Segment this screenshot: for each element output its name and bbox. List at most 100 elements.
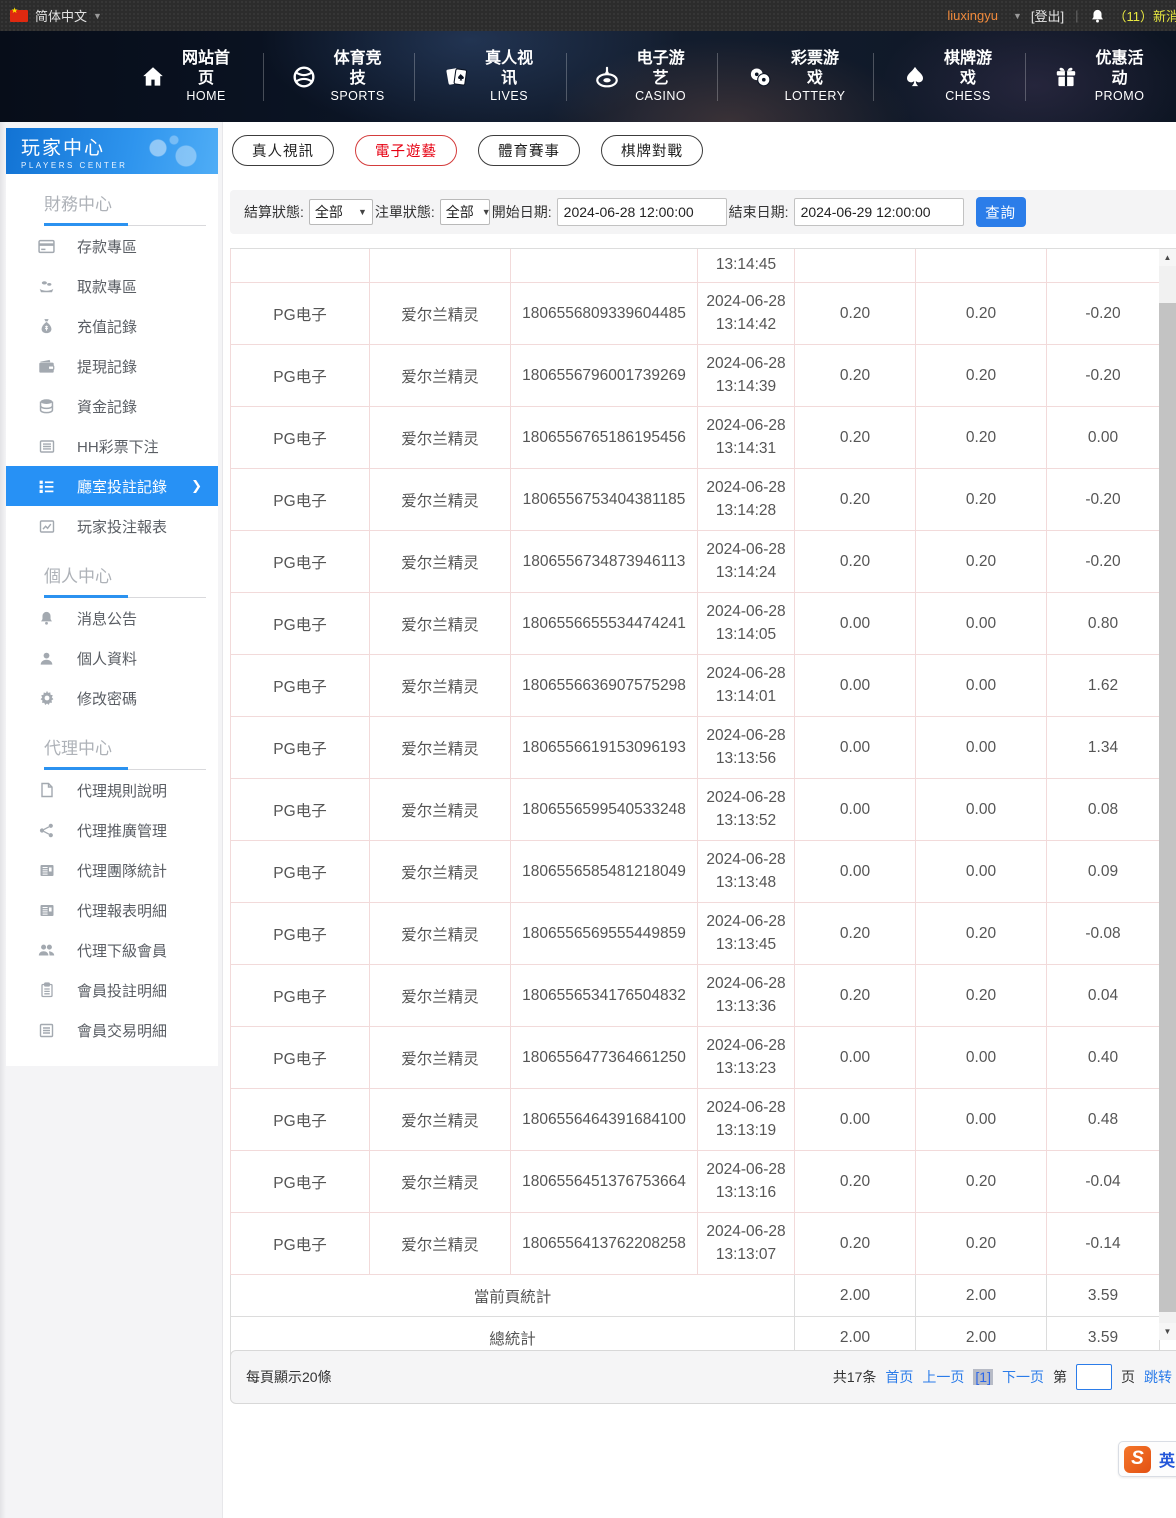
jump-link[interactable]: 跳转 — [1144, 1367, 1172, 1387]
money-bag-icon — [37, 318, 56, 335]
sogou-logo-icon[interactable]: S — [1124, 1446, 1151, 1473]
sidebar-item-member-trans-detail[interactable]: 會員交易明細❯ — [6, 1010, 218, 1050]
sidebar-item-change-password[interactable]: 修改密碼❯ — [6, 678, 218, 718]
cell-game: 爱尔兰精灵 — [370, 593, 511, 655]
cell-bet-amount: 0.20 — [795, 283, 916, 345]
logout-link[interactable]: [登出] — [1031, 6, 1064, 25]
table-row: PG电子爱尔兰精灵18065567348739461132024-06-2813… — [231, 531, 1160, 593]
cell-platform: PG电子 — [231, 903, 370, 965]
cell-win-loss: 0.04 — [1047, 965, 1160, 1027]
username[interactable]: liuxingyu — [947, 8, 998, 23]
section-label: 代理中心 — [44, 734, 218, 759]
wallet-icon — [37, 358, 56, 375]
scrollbar-up-arrow-icon[interactable]: ▲ — [1159, 249, 1176, 266]
cell-game: 爱尔兰精灵 — [370, 407, 511, 469]
cell-game: 爱尔兰精灵 — [370, 345, 511, 407]
sidebar-item-profile[interactable]: 個人資料❯ — [6, 638, 218, 678]
ime-mode-indicator[interactable]: 英 — [1159, 1447, 1175, 1471]
menu-list-icon — [37, 478, 56, 495]
sidebar-item-recharge-record[interactable]: 充值記錄❯ — [6, 306, 218, 346]
sidebar-item-hh-lottery-bet[interactable]: HH彩票下注❯ — [6, 426, 218, 466]
table-scrollbar[interactable]: ▲ ▼ — [1159, 249, 1176, 1340]
settle-status-select[interactable]: 全部 ▼ — [309, 199, 373, 225]
nav-item-home[interactable]: 网站首页HOME — [112, 53, 264, 101]
nav-item-lives[interactable]: 真人视讯LIVES — [415, 53, 567, 101]
cell-bet-id: 1806556413762208258 — [511, 1213, 698, 1275]
prev-page-link[interactable]: 上一页 — [922, 1367, 964, 1387]
nav-item-chess[interactable]: 棋牌游戏CHESS — [874, 53, 1026, 101]
topbar-divider: | — [1073, 8, 1080, 23]
sidebar-item-messages[interactable]: 消息公告❯ — [6, 598, 218, 638]
person-icon — [37, 650, 56, 667]
user-caret-icon[interactable]: ▼ — [1013, 11, 1022, 21]
cell-game: 爱尔兰精灵 — [370, 965, 511, 1027]
scrollbar-down-arrow-icon[interactable]: ▼ — [1159, 1323, 1176, 1340]
jump-prefix-label: 第 — [1053, 1367, 1067, 1387]
sidebar-item-room-bet-record[interactable]: 廳室投註記錄❯ — [6, 466, 218, 506]
sidebar-item-agent-promo[interactable]: 代理推廣管理❯ — [6, 810, 218, 850]
cell-bet-amount: 0.20 — [795, 1213, 916, 1275]
nav-item-lottery[interactable]: 彩票游戏LOTTERY — [718, 53, 874, 101]
sidebar-item-member-bet-detail[interactable]: 會員投註明細❯ — [6, 970, 218, 1010]
nav-label-zh: 网站首页 — [177, 49, 236, 89]
cell-valid-amount: 0.20 — [916, 531, 1047, 593]
start-date-input[interactable] — [557, 198, 727, 226]
order-status-select[interactable]: 全部 ▼ — [440, 199, 490, 225]
sidebar-item-agent-team-stats[interactable]: 代理團隊統計❯ — [6, 850, 218, 890]
pagination-bar: 每頁顯示20條 共17条 首页 上一页 [1] 下一页 第 页 跳转 — [230, 1350, 1176, 1404]
per-page-label: 每頁顯示20條 — [246, 1367, 332, 1387]
scrollbar-thumb[interactable] — [1159, 303, 1176, 1312]
sidebar-item-player-bet-report[interactable]: 玩家投注報表❯ — [6, 506, 218, 546]
cell-game: 爱尔兰精灵 — [370, 903, 511, 965]
sidebar-item-label: 充值記錄 — [77, 316, 137, 337]
next-page-link[interactable]: 下一页 — [1002, 1367, 1044, 1387]
tab-live[interactable]: 真人視訊 — [232, 135, 334, 166]
sidebar-item-label: HH彩票下注 — [77, 436, 159, 457]
cell-win-loss: 0.80 — [1047, 593, 1160, 655]
cell-win-loss: 1.62 — [1047, 655, 1160, 717]
language-caret-icon[interactable]: ▼ — [93, 11, 102, 21]
sidebar-item-deposit[interactable]: 存款專區❯ — [6, 226, 218, 266]
table-row: PG电子爱尔兰精灵18065565341765048322024-06-2813… — [231, 965, 1160, 1027]
cell-bet-id: 1806556765186195456 — [511, 407, 698, 469]
sidebar-item-funds-record[interactable]: 資金記錄❯ — [6, 386, 218, 426]
language-selector[interactable]: 简体中文 — [35, 6, 87, 25]
news-icon — [37, 902, 56, 919]
cell-game: 爱尔兰精灵 — [370, 1027, 511, 1089]
total-count: 共17条 — [833, 1367, 877, 1387]
sidebar-item-agent-sub-members[interactable]: 代理下級會員❯ — [6, 930, 218, 970]
end-date-input[interactable] — [794, 198, 964, 226]
sidebar-item-withdraw[interactable]: 取款專區❯ — [6, 266, 218, 306]
nav-item-promo[interactable]: 优惠活动PROMO — [1026, 53, 1176, 101]
tab-egame[interactable]: 電子遊藝 — [355, 135, 457, 166]
bell-icon[interactable] — [1090, 8, 1105, 24]
cell-platform: PG电子 — [231, 655, 370, 717]
first-page-link[interactable]: 首页 — [885, 1367, 913, 1387]
notification-text[interactable]: （11）新消息 — [1114, 6, 1176, 25]
tab-sports[interactable]: 體育賽事 — [478, 135, 580, 166]
lottery-balls-icon — [745, 64, 774, 90]
sidebar-item-agent-rules[interactable]: 代理規則說明❯ — [6, 770, 218, 810]
sidebar-item-agent-report-detail[interactable]: 代理報表明細❯ — [6, 890, 218, 930]
page-number-input[interactable] — [1076, 1364, 1112, 1390]
sogou-ime-bar[interactable]: S 英 — [1118, 1441, 1176, 1477]
cell-platform: PG电子 — [231, 965, 370, 1027]
sidebar-item-label: 代理團隊統計 — [77, 860, 167, 881]
nav-item-sports[interactable]: 体育竞技SPORTS — [264, 53, 416, 101]
cell-platform: PG电子 — [231, 1027, 370, 1089]
section-label: 個人中心 — [44, 562, 218, 587]
main-nav: 网站首页HOME体育竞技SPORTS真人视讯LIVES电子游艺CASINO彩票游… — [0, 31, 1176, 122]
cell-bet-amount: 0.00 — [795, 779, 916, 841]
sidebar-item-withdraw-record[interactable]: 提現記錄❯ — [6, 346, 218, 386]
table-row: PG电子爱尔兰精灵18065565695554498592024-06-2813… — [231, 903, 1160, 965]
cell-valid-amount: 0.20 — [916, 283, 1047, 345]
cell-platform: PG电子 — [231, 283, 370, 345]
sidebar-item-label: 存款專區 — [77, 236, 137, 257]
search-button[interactable]: 查詢 — [976, 197, 1026, 227]
summary-row-current-page: 當前頁統計2.002.003.59 — [231, 1275, 1160, 1317]
cell-platform: PG电子 — [231, 469, 370, 531]
cell-datetime: 2024-06-2813:13:36 — [698, 965, 795, 1027]
nav-item-casino[interactable]: 电子游艺CASINO — [567, 53, 719, 101]
category-tabs: 真人視訊電子遊藝體育賽事棋牌對戰 — [232, 135, 703, 166]
tab-chess[interactable]: 棋牌對戰 — [601, 135, 703, 166]
